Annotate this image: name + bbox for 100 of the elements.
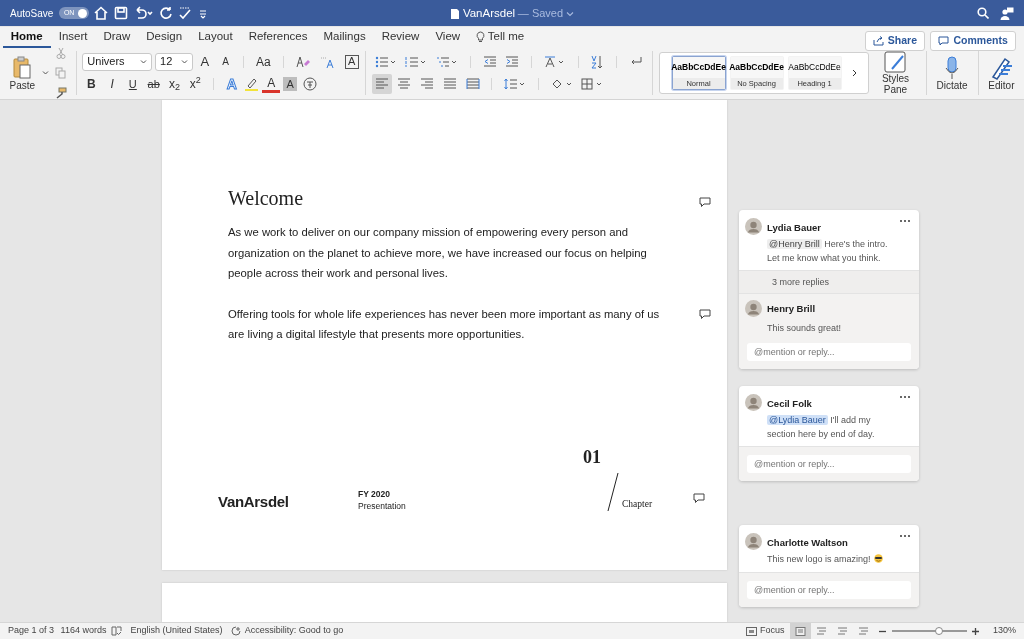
sort-icon <box>590 54 605 69</box>
ribbon-tab[interactable]: Layout <box>190 25 241 49</box>
person-comment-icon[interactable] <box>1000 6 1014 20</box>
accessibility-status[interactable]: Accessibility: Good to go <box>230 624 344 638</box>
change-case-button[interactable]: Aa <box>253 51 274 72</box>
web-page-icon <box>815 626 827 636</box>
comment-author: Henry Brill <box>767 301 817 316</box>
share-button[interactable]: Share <box>864 31 925 51</box>
plus-icon[interactable] <box>972 627 980 635</box>
print-layout-button[interactable] <box>789 623 811 639</box>
comment-text: @Henry Brill Here's the intro. Let me know what you think. <box>767 237 889 265</box>
ribbon-tab[interactable]: References <box>240 25 316 49</box>
focus-icon <box>746 626 758 636</box>
microphone-icon <box>945 55 960 80</box>
customize-toolbar-icon[interactable] <box>197 7 208 19</box>
avatar <box>744 393 762 411</box>
font-color-button[interactable]: A <box>262 75 281 94</box>
body-paragraph: Offering tools for whole life experiences has never been more important as many of us are living a digital lifestyle that presents more opportunities. <box>228 306 661 342</box>
text-annotation-icon <box>320 54 336 69</box>
strikethrough-button[interactable]: ab <box>144 74 163 95</box>
reply-field[interactable]: @mention or reply... <box>747 343 911 361</box>
comment-text: This new logo is amazing! <box>767 552 893 566</box>
zoom-slider-thumb[interactable] <box>935 627 944 635</box>
font-name-field[interactable]: Univers <box>82 52 153 71</box>
editor-button[interactable]: Editor <box>984 55 1019 91</box>
focus-button[interactable]: Focus <box>746 624 785 638</box>
more-replies-link[interactable]: 3 more replies <box>739 271 919 295</box>
outline-icon <box>836 626 848 636</box>
bulleted-list-icon <box>374 55 397 68</box>
document-title: VanArsdel <box>462 6 516 21</box>
body-paragraph: As we work to deliver on our company mission of empowering every person and organization on the planet to achieve more, we have increased our focus on helping people across their work and personal lives. <box>228 225 648 281</box>
zoom-percentage: 130% <box>992 624 1016 638</box>
document-icon <box>450 7 461 20</box>
home-icon[interactable] <box>94 6 109 20</box>
font-size-field[interactable]: 12 <box>155 52 194 71</box>
multilevel-list-icon <box>436 55 458 68</box>
comment-icon[interactable] <box>699 197 711 208</box>
shrink-font-button[interactable]: A <box>216 51 235 72</box>
align-center-icon <box>397 78 412 91</box>
underline-button[interactable]: U <box>123 74 142 95</box>
more-options-icon[interactable] <box>899 219 911 223</box>
comment-icon[interactable] <box>699 308 711 320</box>
chevron-down-icon[interactable] <box>41 70 49 76</box>
character-shading-button[interactable]: A <box>283 77 298 92</box>
highlighter-icon[interactable] <box>243 77 260 92</box>
grow-font-button[interactable]: A <box>195 51 214 72</box>
more-options-icon[interactable] <box>899 534 911 539</box>
presentation-label: Presentation <box>358 499 407 512</box>
ribbon-tab[interactable]: Mailings <box>315 25 374 49</box>
superscript-button[interactable]: x$^{2}$ <box>186 74 205 95</box>
outdent-icon <box>482 55 497 68</box>
comment-icon[interactable] <box>693 492 706 504</box>
bold-button[interactable]: B <box>82 74 101 95</box>
distributed-icon <box>465 78 480 91</box>
comments-button[interactable]: Comments <box>930 31 1016 51</box>
spelling-check-icon[interactable] <box>178 6 193 20</box>
pen-icon <box>989 55 1014 80</box>
character-border-button[interactable]: A <box>344 54 359 69</box>
clipboard-icon <box>12 55 33 80</box>
page-count: Page 1 of 3 <box>8 624 55 638</box>
chapter-label: Chapter <box>622 498 653 512</box>
ribbon-tab[interactable]: Draw <box>95 25 139 49</box>
save-icon[interactable] <box>113 6 128 20</box>
line-spacing-icon <box>504 78 526 91</box>
styles-pane-icon <box>884 51 907 73</box>
comment-author: Lydia Bauer <box>767 220 823 235</box>
chevron-down-icon <box>140 58 148 65</box>
accessibility-check-icon <box>230 626 242 636</box>
paste-button[interactable]: Paste <box>5 55 40 91</box>
dictate-button[interactable]: Dictate <box>932 55 972 91</box>
ribbon-tab[interactable]: Review <box>373 25 428 49</box>
chapter-number: 01 <box>583 445 601 469</box>
language-status: English (United States) <box>130 624 223 638</box>
search-icon[interactable] <box>977 7 989 19</box>
align-right-icon <box>420 78 434 91</box>
styles-pane-button[interactable]: Styles Pane <box>871 51 920 95</box>
ribbon-tab[interactable]: Design <box>138 25 191 49</box>
circled-character-icon <box>302 77 317 92</box>
lightbulb-icon <box>476 30 486 43</box>
align-left-button[interactable] <box>371 74 392 95</box>
ribbon-tab[interactable]: View <box>427 25 469 49</box>
italic-button[interactable]: I <box>103 74 122 95</box>
chevron-down-icon[interactable] <box>565 9 574 18</box>
proofing-icon[interactable] <box>110 626 122 636</box>
ribbon-tab[interactable]: Home <box>2 25 51 49</box>
ribbon-tab[interactable]: Insert <box>50 25 96 49</box>
avatar <box>744 217 762 235</box>
undo-icon[interactable] <box>133 6 154 20</box>
reply-field[interactable]: @mention or reply... <box>747 455 911 474</box>
redo-icon[interactable] <box>158 6 173 20</box>
avatar <box>744 299 762 317</box>
subscript-button[interactable]: x$_{2}$ <box>165 74 184 95</box>
company-logo: VanArsdel <box>218 492 290 513</box>
save-status: — Saved <box>517 6 564 22</box>
borders-icon <box>581 78 604 91</box>
tell-me-search[interactable]: Tell me <box>468 25 533 49</box>
reply-field[interactable]: @mention or reply... <box>747 580 911 599</box>
more-options-icon[interactable] <box>899 395 911 399</box>
autosave-label: AutoSave <box>10 6 54 21</box>
align-left-icon <box>374 78 389 91</box>
